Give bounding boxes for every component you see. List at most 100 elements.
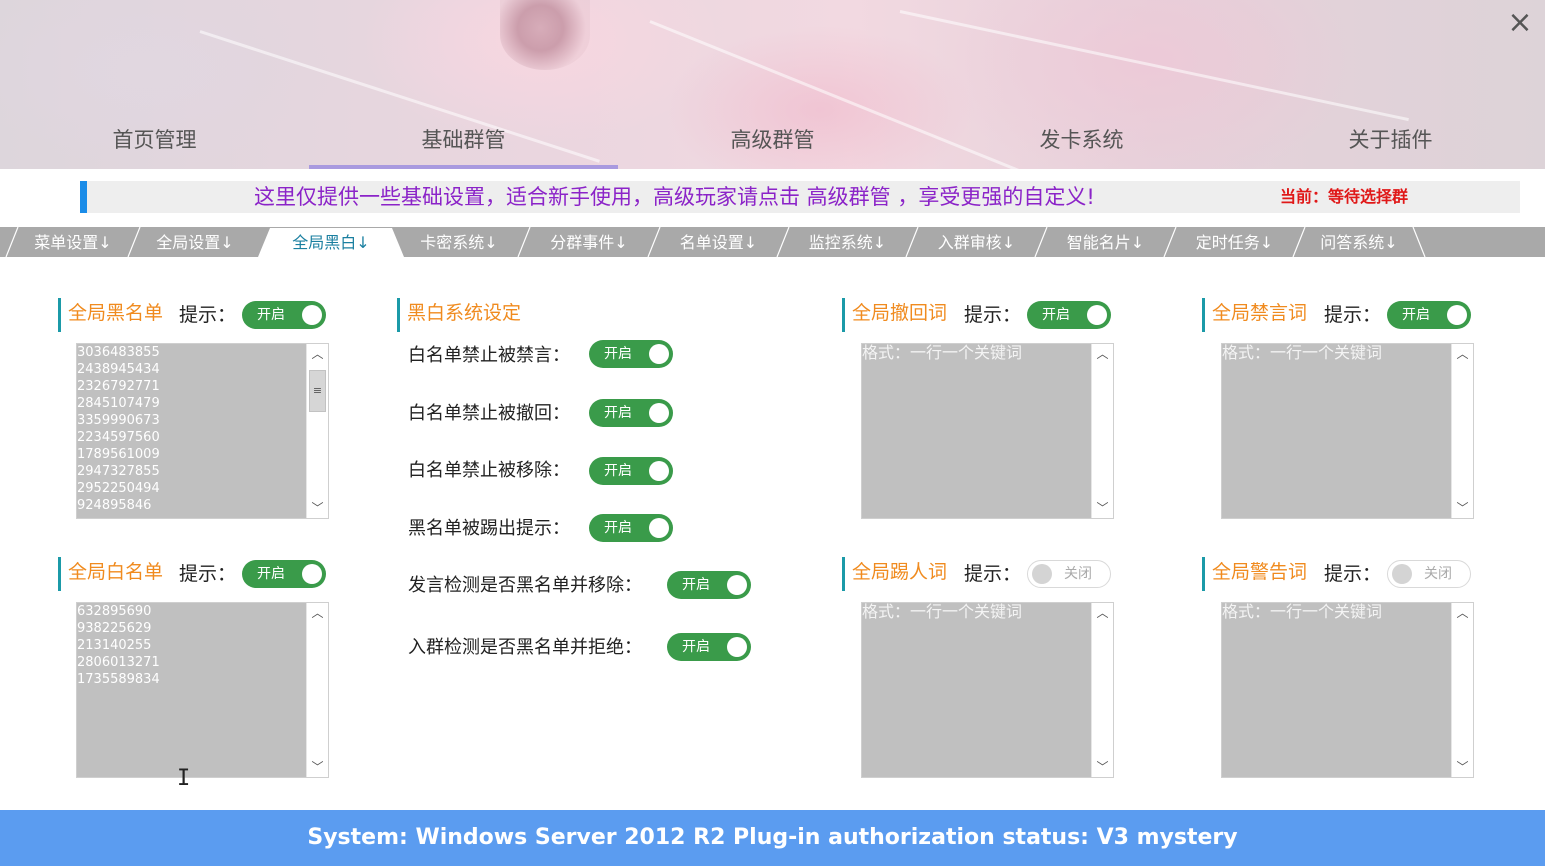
subtab-smart-card[interactable]: 智能名片↓ xyxy=(1047,227,1164,257)
toggle-label: 开启 xyxy=(604,405,632,421)
subtab-qa-system[interactable]: 问答系统↓ xyxy=(1305,227,1413,257)
setting-label-whitelist-no-recall: 白名单禁止被撤回： xyxy=(408,403,570,424)
toggle-knob xyxy=(1392,564,1412,584)
notice-accent xyxy=(80,181,87,213)
recall-words-scrollbar[interactable]: ︿ ﹀ xyxy=(1091,344,1113,518)
warn-words-hint-toggle[interactable]: 关闭 xyxy=(1387,560,1471,588)
notice-text: 这里仅提供一些基础设置，适合新手使用，高级玩家请点击 高级群管 ，享受更强的自定… xyxy=(254,185,1095,209)
toggle-label: 开启 xyxy=(1402,307,1430,323)
whitelist-hint-toggle[interactable]: 开启 xyxy=(242,560,326,588)
setting-label-join-check-blacklist: 入群检测是否黑名单并拒绝： xyxy=(408,637,642,658)
chevron-up-icon[interactable]: ︿ xyxy=(1092,603,1113,623)
mute-words-textarea-box: 格式：一行一个关键词 ︿ ﹀ xyxy=(1221,343,1474,519)
toggle-whitelist-no-mute[interactable]: 开启 xyxy=(589,340,673,368)
toggle-label: 开启 xyxy=(604,346,632,362)
chevron-up-icon[interactable]: ︿ xyxy=(307,603,328,623)
mute-words-hint-label: 提示： xyxy=(1324,304,1382,326)
whitelist-scrollbar[interactable]: ︿ ﹀ xyxy=(306,603,328,777)
toggle-speech-check-blacklist[interactable]: 开启 xyxy=(667,571,751,599)
kick-words-hint-toggle[interactable]: 关闭 xyxy=(1027,560,1111,588)
toggle-label: 开启 xyxy=(1042,307,1070,323)
subtab-global-settings[interactable]: 全局设置↓ xyxy=(140,227,250,257)
mute-words-title: 全局禁言词 xyxy=(1202,298,1307,332)
subtab-join-review[interactable]: 入群审核↓ xyxy=(918,227,1035,257)
toggle-knob xyxy=(649,518,669,538)
toggle-label: 开启 xyxy=(682,639,710,655)
scroll-thumb[interactable]: ≡ xyxy=(309,370,326,412)
toggle-knob xyxy=(1032,564,1052,584)
recall-words-hint-toggle[interactable]: 开启 xyxy=(1027,301,1111,329)
current-group-status: 当前：等待选择群 xyxy=(1280,187,1409,206)
toggle-label: 开启 xyxy=(682,577,710,593)
chevron-down-icon[interactable]: ﹀ xyxy=(1092,498,1113,518)
toggle-label: 开启 xyxy=(257,307,285,323)
close-icon: × xyxy=(1507,5,1533,40)
subtab-global-black-white[interactable]: 全局黑白↓ xyxy=(270,227,392,257)
warn-words-title: 全局警告词 xyxy=(1202,557,1307,591)
toggle-whitelist-no-recall[interactable]: 开启 xyxy=(589,399,673,427)
chevron-down-icon[interactable]: ﹀ xyxy=(1452,757,1473,777)
setting-label-whitelist-no-remove: 白名单禁止被移除： xyxy=(408,460,570,481)
toggle-blacklist-kick-notice[interactable]: 开启 xyxy=(589,514,673,542)
chevron-up-icon[interactable]: ︿ xyxy=(1452,603,1473,623)
subtab-list-settings[interactable]: 名单设置↓ xyxy=(660,227,777,257)
main-nav: 首页管理 基础群管 高级群管 发卡系统 关于插件 xyxy=(0,118,1545,169)
chevron-down-icon[interactable]: ﹀ xyxy=(307,757,328,777)
toggle-label: 开启 xyxy=(257,566,285,582)
warn-words-scrollbar[interactable]: ︿ ﹀ xyxy=(1451,603,1473,777)
chevron-up-icon[interactable]: ︿ xyxy=(1452,344,1473,364)
chevron-down-icon[interactable]: ﹀ xyxy=(1092,757,1113,777)
kick-words-textarea[interactable]: 格式：一行一个关键词 xyxy=(862,603,1091,777)
header-banner: × 首页管理 基础群管 高级群管 发卡系统 关于插件 xyxy=(0,0,1545,169)
subtab-menu-settings[interactable]: 菜单设置↓ xyxy=(18,227,128,257)
nav-tab-advanced-group[interactable]: 高级群管 xyxy=(618,118,927,169)
subtab-scheduled-tasks[interactable]: 定时任务↓ xyxy=(1176,227,1293,257)
blacklist-hint-toggle[interactable]: 开启 xyxy=(242,301,326,329)
nav-tab-basic-group[interactable]: 基础群管 xyxy=(309,118,618,169)
chevron-down-icon[interactable]: ﹀ xyxy=(307,498,328,518)
close-button[interactable]: × xyxy=(1505,8,1535,38)
setting-label-speech-check-blacklist: 发言检测是否黑名单并移除： xyxy=(408,575,642,596)
kick-words-scrollbar[interactable]: ︿ ﹀ xyxy=(1091,603,1113,777)
recall-words-title: 全局撤回词 xyxy=(842,298,947,332)
recall-words-hint-label: 提示： xyxy=(964,304,1022,326)
setting-label-whitelist-no-mute: 白名单禁止被禁言： xyxy=(408,345,570,366)
blacklist-textarea[interactable]: 3036483855 2438945434 2326792771 2845107… xyxy=(77,344,306,518)
subtab-monitor-system[interactable]: 监控系统↓ xyxy=(789,227,906,257)
nav-tab-home[interactable]: 首页管理 xyxy=(0,118,309,169)
toggle-knob xyxy=(649,344,669,364)
whitelist-hint-label: 提示： xyxy=(179,563,237,585)
blacklist-title: 全局黑名单 xyxy=(58,298,163,332)
chevron-up-icon[interactable]: ︿ xyxy=(1092,344,1113,364)
toggle-label: 开启 xyxy=(604,520,632,536)
warn-words-textarea-box: 格式：一行一个关键词 ︿ ﹀ xyxy=(1221,602,1474,778)
subtab-card-system[interactable]: 卡密系统↓ xyxy=(400,227,518,257)
kick-words-title: 全局踢人词 xyxy=(842,557,947,591)
whitelist-textarea[interactable]: 632895690 938225629 213140255 2806013271… xyxy=(77,603,306,777)
nav-tab-card-system[interactable]: 发卡系统 xyxy=(927,118,1236,169)
toggle-join-check-blacklist[interactable]: 开启 xyxy=(667,633,751,661)
text-cursor-icon: I xyxy=(177,766,191,791)
whitelist-textarea-box: 632895690 938225629 213140255 2806013271… xyxy=(76,602,329,778)
mute-words-textarea[interactable]: 格式：一行一个关键词 xyxy=(1222,344,1451,518)
recall-words-textarea-box: 格式：一行一个关键词 ︿ ﹀ xyxy=(861,343,1114,519)
toggle-knob xyxy=(1447,305,1467,325)
nav-tab-about[interactable]: 关于插件 xyxy=(1236,118,1545,169)
chevron-down-icon[interactable]: ﹀ xyxy=(1452,498,1473,518)
blacklist-scrollbar[interactable]: ︿ ≡ ﹀ xyxy=(306,344,328,518)
toggle-label: 关闭 xyxy=(1424,566,1452,582)
status-footer: System: Windows Server 2012 R2 Plug-in a… xyxy=(0,810,1545,866)
subtab-group-events[interactable]: 分群事件↓ xyxy=(530,227,648,257)
toggle-knob xyxy=(302,305,322,325)
banner-artwork xyxy=(500,0,590,70)
toggle-knob xyxy=(1087,305,1107,325)
setting-label-blacklist-kick-notice: 黑名单被踢出提示： xyxy=(408,518,570,539)
toggle-knob xyxy=(727,575,747,595)
mute-words-scrollbar[interactable]: ︿ ﹀ xyxy=(1451,344,1473,518)
mute-words-hint-toggle[interactable]: 开启 xyxy=(1387,301,1471,329)
recall-words-textarea[interactable]: 格式：一行一个关键词 xyxy=(862,344,1091,518)
chevron-up-icon[interactable]: ︿ xyxy=(307,344,328,364)
warn-words-textarea[interactable]: 格式：一行一个关键词 xyxy=(1222,603,1451,777)
banner-streak xyxy=(899,10,1409,122)
toggle-whitelist-no-remove[interactable]: 开启 xyxy=(589,457,673,485)
